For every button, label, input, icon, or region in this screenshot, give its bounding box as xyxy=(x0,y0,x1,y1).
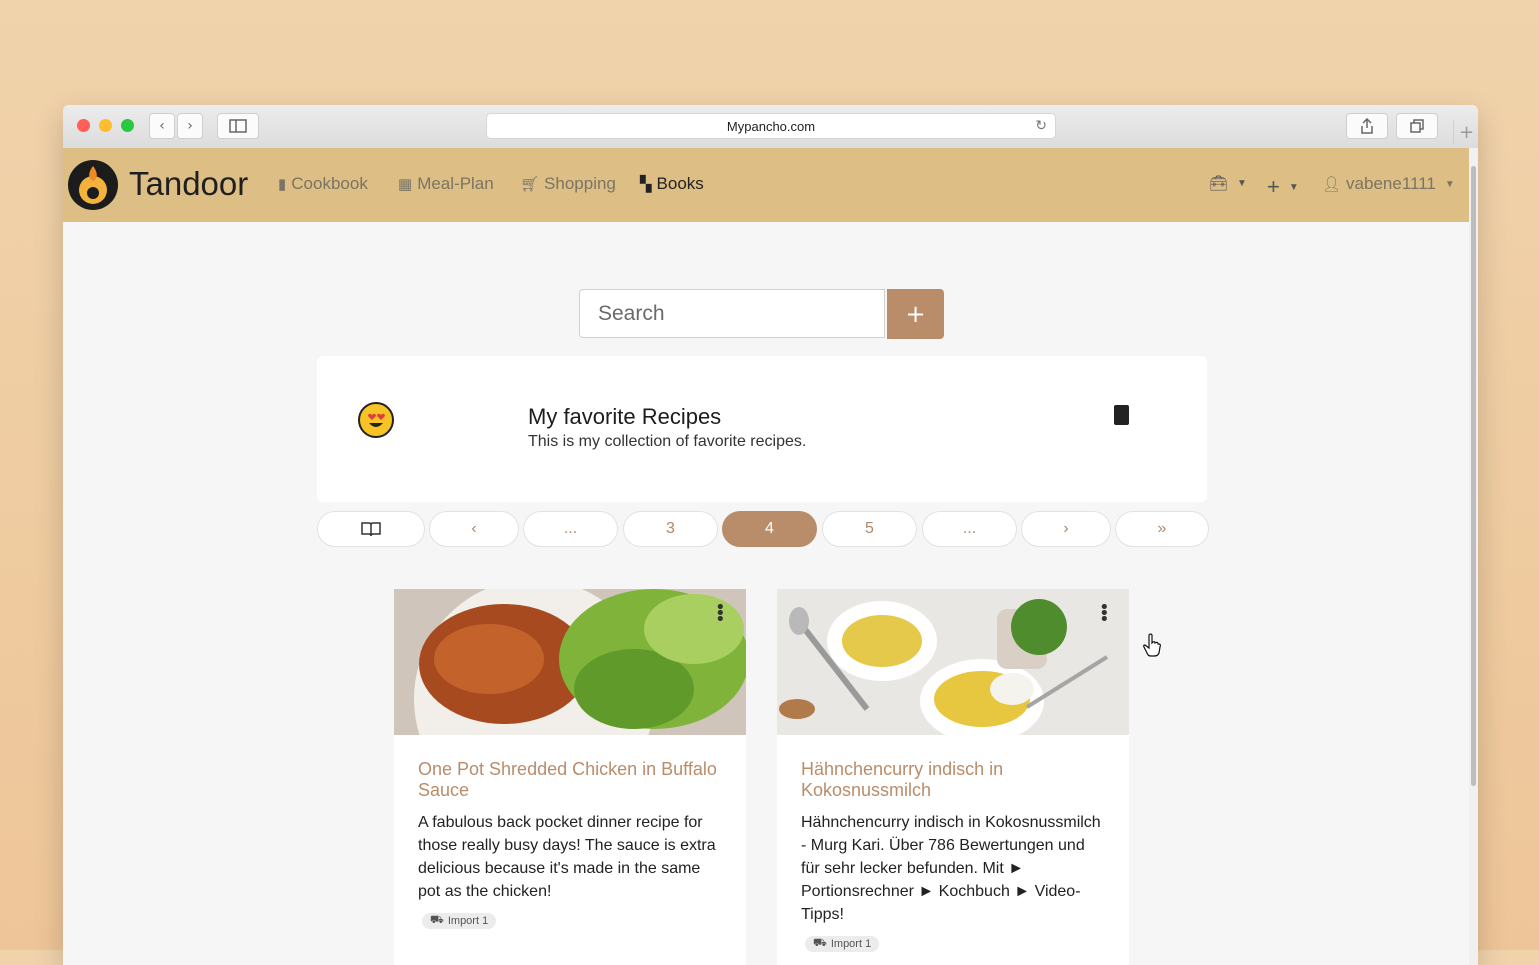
page-ellipsis-right[interactable]: ... xyxy=(922,511,1017,547)
recipe-menu-icon[interactable]: ••• xyxy=(1099,599,1110,629)
user-icon: 👤︎ xyxy=(1322,176,1342,193)
tabs-overview-button[interactable] xyxy=(1396,113,1438,139)
import-badge[interactable]: ⛟︎ Import 1 xyxy=(422,913,497,929)
zoom-window-button[interactable] xyxy=(121,119,134,132)
hand-cursor-icon xyxy=(1143,633,1161,657)
scrollbar-thumb[interactable] xyxy=(1471,166,1476,786)
back-button[interactable]: ‹ xyxy=(149,113,175,139)
book-icon: ▮ xyxy=(278,176,287,193)
recipe-description: Hähnchencurry indisch in Kokosnussmilch … xyxy=(801,814,1101,923)
page-4-current[interactable]: 4 xyxy=(722,511,817,547)
toolbox-icon: 🧰︎ xyxy=(1209,175,1229,192)
sidebar-toggle-button[interactable] xyxy=(217,113,259,139)
recipe-image-curry[interactable] xyxy=(777,589,1129,735)
book-description: This is my collection of favorite recipe… xyxy=(528,433,807,450)
sidebar-icon xyxy=(229,119,247,133)
cart-icon: 🛒︎ xyxy=(520,176,540,193)
minimize-window-button[interactable] xyxy=(99,119,112,132)
add-dropdown[interactable]: + ▼ xyxy=(1267,174,1299,200)
recipe-description: A fabulous back pocket dinner recipe for… xyxy=(418,814,716,900)
recipe-card[interactable]: ••• Hähnchencurry indisch in Kokosnussmi… xyxy=(777,589,1129,965)
nav-books-label: Books xyxy=(656,174,704,193)
nav-meal-plan[interactable]: ▦ Meal-Plan xyxy=(398,174,494,194)
heart-eyes-emoji-icon xyxy=(358,402,394,438)
user-name: vabene1111 xyxy=(1346,174,1436,193)
page-last[interactable]: » xyxy=(1115,511,1209,547)
add-label: + xyxy=(905,300,926,328)
brand-name[interactable]: Tandoor xyxy=(129,165,248,203)
page-3-label: 3 xyxy=(666,520,675,537)
nav-cookbook[interactable]: ▮ Cookbook xyxy=(278,174,368,194)
page-prev-label: ‹ xyxy=(471,520,477,537)
nav-shopping-label: Shopping xyxy=(544,174,616,193)
page-3[interactable]: 3 xyxy=(623,511,718,547)
nav-cookbook-label: Cookbook xyxy=(291,174,368,193)
reload-icon[interactable]: ↻ xyxy=(1035,117,1047,134)
book-view-button[interactable] xyxy=(317,511,425,547)
recipe-image-chicken[interactable] xyxy=(394,589,746,735)
tandoor-logo[interactable] xyxy=(68,160,118,210)
book-title: My favorite Recipes xyxy=(528,404,722,429)
page-ellipsis-left[interactable]: ... xyxy=(523,511,618,547)
page-5[interactable]: 5 xyxy=(822,511,917,547)
caret-down-icon: ▼ xyxy=(1444,178,1455,190)
user-dropdown[interactable]: 👤︎ vabene1111 ▼ xyxy=(1322,174,1455,194)
page-last-label: » xyxy=(1157,520,1167,537)
calendar-icon: ▦ xyxy=(398,176,413,193)
import-badge-label: Import 1 xyxy=(830,938,872,950)
page-next[interactable]: › xyxy=(1021,511,1111,547)
recipe-title[interactable]: One Pot Shredded Chicken in Buffalo Sauc… xyxy=(418,759,718,801)
search-input[interactable] xyxy=(579,289,885,338)
caret-down-icon: ▼ xyxy=(1288,181,1299,193)
logo-icon xyxy=(79,166,107,204)
recipe-card[interactable]: ••• One Pot Shredded Chicken in Buffalo … xyxy=(394,589,746,965)
book-card[interactable]: My favorite Recipes This is my collectio… xyxy=(317,356,1207,502)
chevron-left-icon: ‹ xyxy=(159,118,165,134)
url-text: Mypancho.com xyxy=(726,118,816,134)
tabs-icon xyxy=(1410,119,1424,133)
browser-titlebar: ‹ › Mypancho.com ↻ + xyxy=(63,105,1478,149)
page-ellipsis-label: ... xyxy=(563,520,578,537)
nav-books[interactable]: ▚ Books xyxy=(640,174,704,194)
plus-icon: + xyxy=(1267,174,1280,199)
add-book-button[interactable]: + xyxy=(887,289,944,339)
forward-button[interactable]: › xyxy=(177,113,203,139)
page-prev[interactable]: ‹ xyxy=(429,511,519,547)
page-4-label: 4 xyxy=(765,520,774,537)
nav-meal-plan-label: Meal-Plan xyxy=(417,174,494,193)
book-icon[interactable] xyxy=(1114,405,1129,425)
caret-down-icon: ▼ xyxy=(1237,177,1247,189)
app-navbar: Tandoor ▮ Cookbook ▦ Meal-Plan 🛒︎ Shoppi… xyxy=(63,148,1469,222)
page-next-label: › xyxy=(1063,520,1069,537)
open-book-icon: ▚ xyxy=(640,176,652,193)
import-icon: ⛟︎ xyxy=(813,937,827,949)
browser-window: ‹ › Mypancho.com ↻ + Tandoor ▮ Cookbook … xyxy=(63,105,1478,965)
toolbox-dropdown[interactable]: 🧰︎ ▼ xyxy=(1209,174,1247,192)
chevron-right-icon: › xyxy=(187,118,193,134)
import-badge-label: Import 1 xyxy=(447,915,489,927)
share-button[interactable] xyxy=(1346,113,1388,139)
recipe-menu-icon[interactable]: ••• xyxy=(715,599,726,629)
recipe-title[interactable]: Hähnchencurry indisch in Kokosnussmilch xyxy=(801,759,1101,801)
page-5-label: 5 xyxy=(865,520,874,537)
page-ellipsis-label: ... xyxy=(962,520,977,537)
import-icon: ⛟︎ xyxy=(430,914,444,926)
nav-shopping[interactable]: 🛒︎ Shopping xyxy=(520,174,616,194)
address-bar[interactable]: Mypancho.com ↻ xyxy=(486,113,1056,139)
share-icon xyxy=(1361,118,1373,134)
new-tab-button[interactable]: + xyxy=(1453,120,1478,144)
open-book-icon xyxy=(361,522,381,537)
page-scrollbar[interactable] xyxy=(1469,148,1478,965)
plus-icon: + xyxy=(1458,121,1475,143)
close-window-button[interactable] xyxy=(77,119,90,132)
